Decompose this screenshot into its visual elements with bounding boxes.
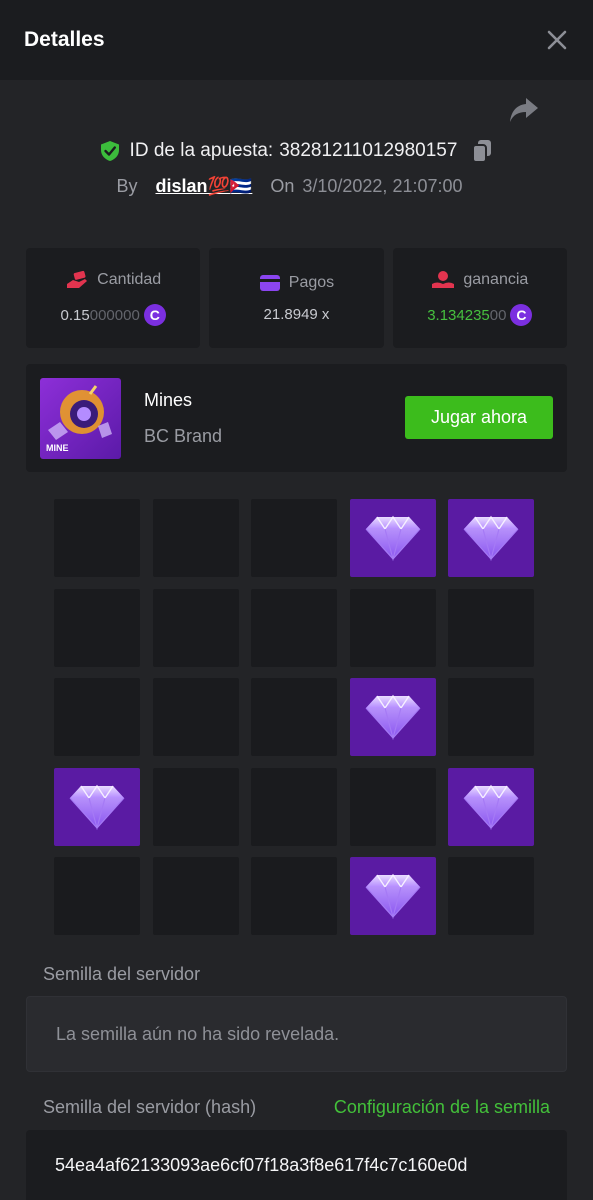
amount-value: 0.15 bbox=[60, 306, 90, 324]
game-name: Mines bbox=[144, 390, 193, 410]
author-row: By dislan💯🇨🇺 On 3/10/2022, 21:07:00 bbox=[0, 172, 593, 200]
payout-label: Pagos bbox=[288, 273, 335, 291]
mines-grid bbox=[54, 499, 534, 935]
on-label: On bbox=[270, 175, 295, 196]
coin-icon: C bbox=[143, 304, 166, 326]
server-seed-value: La semilla aún no ha sido revelada. bbox=[56, 1023, 340, 1044]
bet-stats: Cantidad 0.15000000 C Pagos 21.8949 x ga… bbox=[26, 248, 567, 348]
empty-tile[interactable] bbox=[251, 678, 337, 756]
server-seed-hash-label: Semilla del servidor (hash) bbox=[43, 1097, 257, 1117]
diamond-icon bbox=[365, 515, 421, 561]
copy-button[interactable] bbox=[471, 139, 493, 163]
amount-stat: Cantidad 0.15000000 C bbox=[26, 248, 201, 348]
empty-tile[interactable] bbox=[152, 678, 239, 756]
seed-settings-link[interactable]: Configuración de la semilla bbox=[334, 1097, 550, 1118]
copy-icon bbox=[472, 140, 492, 163]
empty-tile[interactable] bbox=[448, 857, 534, 935]
coin-icon: C bbox=[510, 304, 533, 326]
username-link[interactable]: dislan💯🇨🇺 bbox=[156, 176, 253, 197]
server-seed-hash-value: 54ea4af62133093ae6cf07f18a3f8e617f4c7c16… bbox=[55, 1155, 468, 1175]
page-title: Detalles bbox=[24, 28, 105, 51]
game-card: MINE Mines BC Brand Jugar ahora bbox=[26, 364, 567, 472]
by-label: By bbox=[116, 175, 138, 196]
profit-hand-icon bbox=[432, 271, 455, 288]
empty-tile[interactable] bbox=[349, 767, 436, 846]
empty-tile[interactable] bbox=[54, 857, 140, 935]
bet-id-label: ID de la apuesta: bbox=[129, 140, 274, 161]
payout-stat: Pagos 21.8949 x bbox=[209, 248, 384, 348]
close-icon bbox=[547, 30, 567, 50]
empty-tile[interactable] bbox=[54, 499, 140, 577]
bet-id-value: 38281211012980157 bbox=[279, 140, 458, 161]
empty-tile[interactable] bbox=[152, 767, 239, 846]
play-now-button[interactable]: Jugar ahora bbox=[405, 396, 553, 439]
empty-tile[interactable] bbox=[448, 678, 534, 756]
empty-tile[interactable] bbox=[448, 588, 534, 667]
bet-date: 3/10/2022, 21:07:00 bbox=[302, 175, 463, 196]
profit-value: 3.134235 bbox=[427, 306, 490, 324]
amount-value-dim: 000000 bbox=[89, 306, 140, 324]
empty-tile[interactable] bbox=[152, 588, 239, 667]
bet-id-row: ID de la apuesta: 38281211012980157 bbox=[0, 136, 593, 166]
payout-value: 21.8949 x bbox=[263, 305, 330, 323]
empty-tile[interactable] bbox=[54, 588, 140, 667]
diamond-icon bbox=[463, 784, 519, 830]
gem-tile[interactable] bbox=[349, 857, 436, 935]
share-icon bbox=[510, 98, 538, 122]
empty-tile[interactable] bbox=[251, 499, 337, 577]
empty-tile[interactable] bbox=[349, 588, 436, 667]
gem-tile[interactable] bbox=[54, 767, 140, 846]
shield-check-icon bbox=[100, 141, 119, 161]
diamond-icon bbox=[463, 515, 519, 561]
gem-tile[interactable] bbox=[349, 499, 436, 577]
profit-stat: ganancia 3.13423500 C bbox=[392, 248, 567, 348]
empty-tile[interactable] bbox=[251, 767, 337, 846]
game-brand: BC Brand bbox=[144, 426, 223, 446]
server-seed-field: La semilla aún no ha sido revelada. bbox=[26, 996, 567, 1072]
gem-tile[interactable] bbox=[448, 499, 534, 577]
server-seed-label: Semilla del servidor bbox=[43, 964, 201, 984]
diamond-icon bbox=[365, 694, 421, 740]
empty-tile[interactable] bbox=[251, 857, 337, 935]
empty-tile[interactable] bbox=[152, 857, 239, 935]
empty-tile[interactable] bbox=[54, 678, 140, 756]
close-button[interactable] bbox=[545, 28, 569, 52]
gem-tile[interactable] bbox=[349, 678, 436, 756]
game-thumb-label: MINE bbox=[46, 443, 69, 453]
details-header: Detalles bbox=[0, 0, 593, 80]
card-icon bbox=[259, 274, 280, 291]
server-seed-hash-field[interactable]: 54ea4af62133093ae6cf07f18a3f8e617f4c7c16… bbox=[26, 1130, 567, 1200]
gem-tile[interactable] bbox=[448, 767, 534, 846]
amount-label: Cantidad bbox=[97, 271, 162, 288]
game-thumbnail[interactable]: MINE bbox=[40, 378, 121, 459]
share-button[interactable] bbox=[508, 96, 540, 124]
empty-tile[interactable] bbox=[251, 588, 337, 667]
profit-label: ganancia bbox=[463, 271, 529, 288]
empty-tile[interactable] bbox=[152, 499, 239, 577]
diamond-icon bbox=[69, 784, 125, 830]
money-hand-icon bbox=[67, 270, 88, 288]
profit-value-dim: 00 bbox=[489, 306, 507, 324]
diamond-icon bbox=[365, 873, 421, 919]
